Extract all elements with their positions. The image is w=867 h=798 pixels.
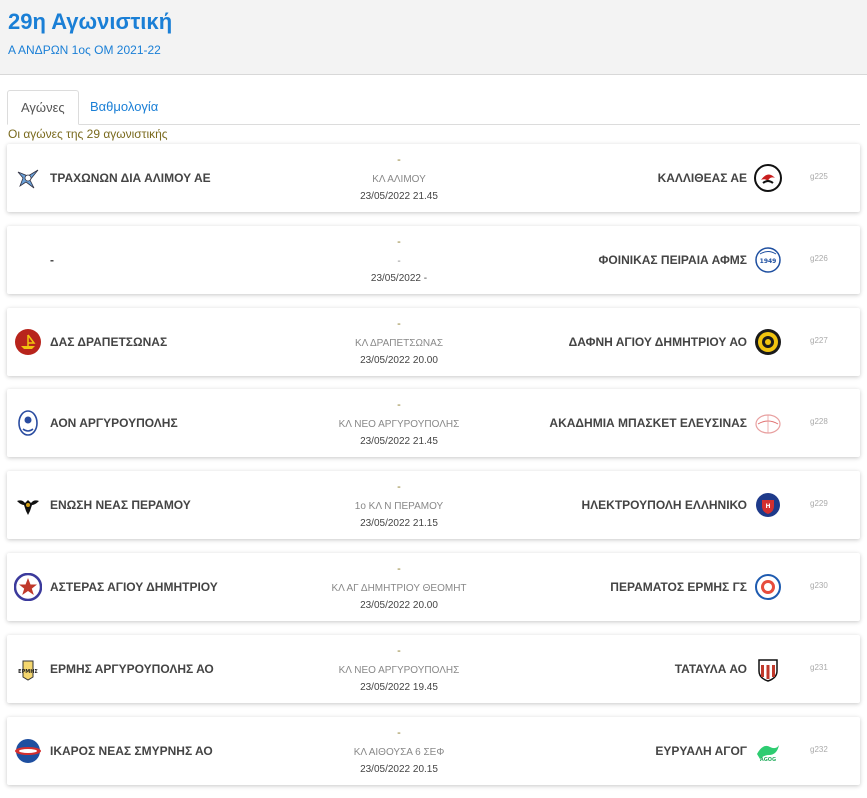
home-team-logo-icon [14,328,42,356]
away-team-name[interactable]: ΑΚΑΔΗΜΙΑ ΜΠΑΣΚΕΤ ΕΛΕΥΣΙΝΑΣ [549,416,747,430]
away-team-logo-icon [754,328,782,356]
away-team-name[interactable]: ΤΑΤΑΥΛΑ ΑΟ [675,662,747,676]
home-team-name[interactable]: ΕΝΩΣΗ ΝΕΑΣ ΠΕΡΑΜΟΥ [50,498,191,512]
match-details: - 1ο ΚΛ Ν ΠΕΡΑΜΟΥ 23/05/2022 21.15 [299,480,499,530]
away-team-logo-icon [754,409,782,437]
home-team-logo-icon: ΕΡΜΗΣ [14,655,42,683]
match-score: - [397,726,401,739]
away-team-name[interactable]: ΚΑΛΛΙΘΕΑΣ ΑΕ [658,171,747,185]
page-header: 29η Αγωνιστική Α ΑΝΔΡΩΝ 1ος ΟΜ 2021-22 [0,0,867,75]
away-team-logo-icon [754,573,782,601]
home-team-name[interactable]: ΑΣΤΕΡΑΣ ΑΓΙΟΥ ΔΗΜΗΤΡΙΟΥ [50,580,218,594]
svg-text:AGOG: AGOG [760,757,776,763]
match-datetime: 23/05/2022 20.00 [360,354,438,366]
match-list: ΤΡΑΧΩΝΩΝ ΔΙΑ ΑΛΙΜΟΥ ΑΕ - ΚΛ ΑΛΙΜΟΥ 23/05/20… [7,144,860,798]
away-team-logo-icon [754,164,782,192]
match-card[interactable]: ΙΚΑΡΟΣ ΝΕΑΣ ΣΜΥΡΝΗΣ ΑΟ - ΚΛ ΑΙΘΟΥΣΑ 6 ΣΕΦ 2… [7,716,860,785]
match-venue: ΚΛ ΔΡΑΠΕΤΣΩΝΑΣ [354,337,444,349]
tab-bar: Αγώνες Βαθμολογία [7,90,860,125]
away-team-name[interactable]: ΗΛΕΚΤΡΟΥΠΟΛΗ ΕΛΛΗΝΙΚΟ [582,498,748,512]
away-team-name[interactable]: ΔΑΦΝΗ ΑΓΙΟΥ ΔΗΜΗΤΡΙΟΥ ΑΟ [569,335,747,349]
round-info-text: Οι αγώνες της 29 αγωνιστικής [8,127,168,141]
home-team-name[interactable]: ΔΑΣ ΔΡΑΠΕΤΣΩΝΑΣ [50,335,167,349]
match-datetime: 23/05/2022 - [370,272,428,284]
match-code: g226 [810,253,828,263]
svg-text:ΕΡΜΗΣ: ΕΡΜΗΣ [18,669,38,675]
svg-text:1949: 1949 [760,258,777,265]
home-team-logo-icon [14,737,42,765]
match-score: - [397,399,401,412]
match-venue: - [397,255,401,267]
match-code: g232 [810,744,828,754]
match-card[interactable]: ΑΟΝ ΑΡΓΥΡΟΥΠΟΛΗΣ - ΚΛ ΝΕΟ ΑΡΓΥΡΟΥΠΟΛΗΣ 23/0… [7,389,860,458]
match-datetime: 23/05/2022 20.15 [360,763,438,775]
match-score: - [397,154,401,166]
match-score: - [397,317,401,330]
match-datetime: 23/05/2022 21.15 [360,518,438,530]
svg-text:H: H [765,503,770,510]
tab-matches[interactable]: Αγώνες [7,90,79,125]
match-code: g227 [810,335,828,345]
home-team-name[interactable]: ΙΚΑΡΟΣ ΝΕΑΣ ΣΜΥΡΝΗΣ ΑΟ [50,744,213,758]
competition-subtitle[interactable]: Α ΑΝΔΡΩΝ 1ος ΟΜ 2021-22 [8,43,161,57]
away-team-name[interactable]: ΠΕΡΑΜΑΤΟΣ ΕΡΜΗΣ ΓΣ [610,580,747,594]
match-venue: ΚΛ ΑΙΘΟΥΣΑ 6 ΣΕΦ [353,746,445,758]
match-card[interactable]: ΕΡΜΗΣ ΕΡΜΗΣ ΑΡΓΥΡΟΥΠΟΛΗΣ ΑΟ - ΚΛ ΝΕΟ ΑΡΓΥΡΟ… [7,634,860,703]
home-team-logo-icon [14,164,42,192]
match-score: - [397,644,401,657]
match-details: - - 23/05/2022 - [299,235,499,285]
match-details: - ΚΛ ΔΡΑΠΕΤΣΩΝΑΣ 23/05/2022 20.00 [299,317,499,367]
page-title: 29η Αγωνιστική [8,9,173,34]
away-team-logo-icon: AGOG [754,737,782,765]
match-datetime: 23/05/2022 20.00 [360,599,438,611]
match-score: - [397,481,401,494]
home-team-name[interactable]: - [50,253,54,267]
match-card[interactable]: ΑΣΤΕΡΑΣ ΑΓΙΟΥ ΔΗΜΗΤΡΙΟΥ - ΚΛ ΑΓ ΔΗΜΗΤΡΙΟΥ … [7,552,860,621]
match-score: - [397,562,401,575]
home-team-name[interactable]: ΤΡΑΧΩΝΩΝ ΔΙΑ ΑΛΙΜΟΥ ΑΕ [50,171,211,185]
match-details: - ΚΛ ΑΓ ΔΗΜΗΤΡΙΟΥ ΘΕΟΜΗΤ 23/05/2022 20.00 [299,562,499,612]
match-details: - ΚΛ ΑΛΙΜΟΥ 23/05/2022 21.45 [299,153,499,203]
match-datetime: 23/05/2022 19.45 [360,681,438,693]
away-team-name[interactable]: ΦΟΙΝΙΚΑΣ ΠΕΙΡΑΙΑ ΑΦΜΣ [599,253,747,267]
match-card[interactable]: - - - 23/05/2022 - ΦΟΙΝΙΚΑΣ ΠΕΙΡΑΙΑ ΑΦΜΣ 1949… [7,225,860,294]
match-code: g225 [810,172,828,181]
away-team-name[interactable]: ΕΥΡΥΑΛΗ ΑΓΟΓ [655,744,747,758]
tab-standings[interactable]: Βαθμολογία [77,90,171,125]
home-team-logo-icon [14,246,42,274]
match-card[interactable]: ΔΑΣ ΔΡΑΠΕΤΣΩΝΑΣ - ΚΛ ΔΡΑΠΕΤΣΩΝΑΣ 23/05/2022… [7,307,860,376]
away-team-logo-icon [754,655,782,683]
home-team-name[interactable]: ΕΡΜΗΣ ΑΡΓΥΡΟΥΠΟΛΗΣ ΑΟ [50,662,214,676]
away-team-logo-icon: H [754,491,782,519]
match-code: g228 [810,417,828,427]
match-details: - ΚΛ ΝΕΟ ΑΡΓΥΡΟΥΠΟΛΗΣ 23/05/2022 19.45 [299,644,499,694]
match-venue: ΚΛ ΑΛΙΜΟΥ [372,174,426,185]
home-team-logo-icon [14,409,42,437]
match-datetime: 23/05/2022 21.45 [360,436,438,448]
home-team-logo-icon [14,491,42,519]
match-code: g231 [810,662,828,672]
match-card[interactable]: ΤΡΑΧΩΝΩΝ ΔΙΑ ΑΛΙΜΟΥ ΑΕ - ΚΛ ΑΛΙΜΟΥ 23/05/20… [7,144,860,212]
match-details: - ΚΛ ΝΕΟ ΑΡΓΥΡΟΥΠΟΛΗΣ 23/05/2022 21.45 [299,398,499,448]
home-team-logo-icon [13,572,43,602]
match-venue: ΚΛ ΑΓ ΔΗΜΗΤΡΙΟΥ ΘΕΟΜΗΤ [331,582,467,594]
home-team-name[interactable]: ΑΟΝ ΑΡΓΥΡΟΥΠΟΛΗΣ [50,416,178,430]
match-code: g229 [810,499,828,509]
match-venue: ΚΛ ΝΕΟ ΑΡΓΥΡΟΥΠΟΛΗΣ [338,419,460,431]
match-score: - [397,235,401,248]
match-datetime: 23/05/2022 21.45 [360,191,438,202]
match-code: g230 [810,580,828,590]
match-venue: ΚΛ ΝΕΟ ΑΡΓΥΡΟΥΠΟΛΗΣ [338,664,460,676]
away-team-logo-icon: 1949 [754,246,782,274]
match-venue: 1ο ΚΛ Ν ΠΕΡΑΜΟΥ [354,501,444,513]
match-details: - ΚΛ ΑΙΘΟΥΣΑ 6 ΣΕΦ 23/05/2022 20.15 [299,726,499,776]
match-card[interactable]: ΕΝΩΣΗ ΝΕΑΣ ΠΕΡΑΜΟΥ - 1ο ΚΛ Ν ΠΕΡΑΜΟΥ 23/05/… [7,471,860,540]
